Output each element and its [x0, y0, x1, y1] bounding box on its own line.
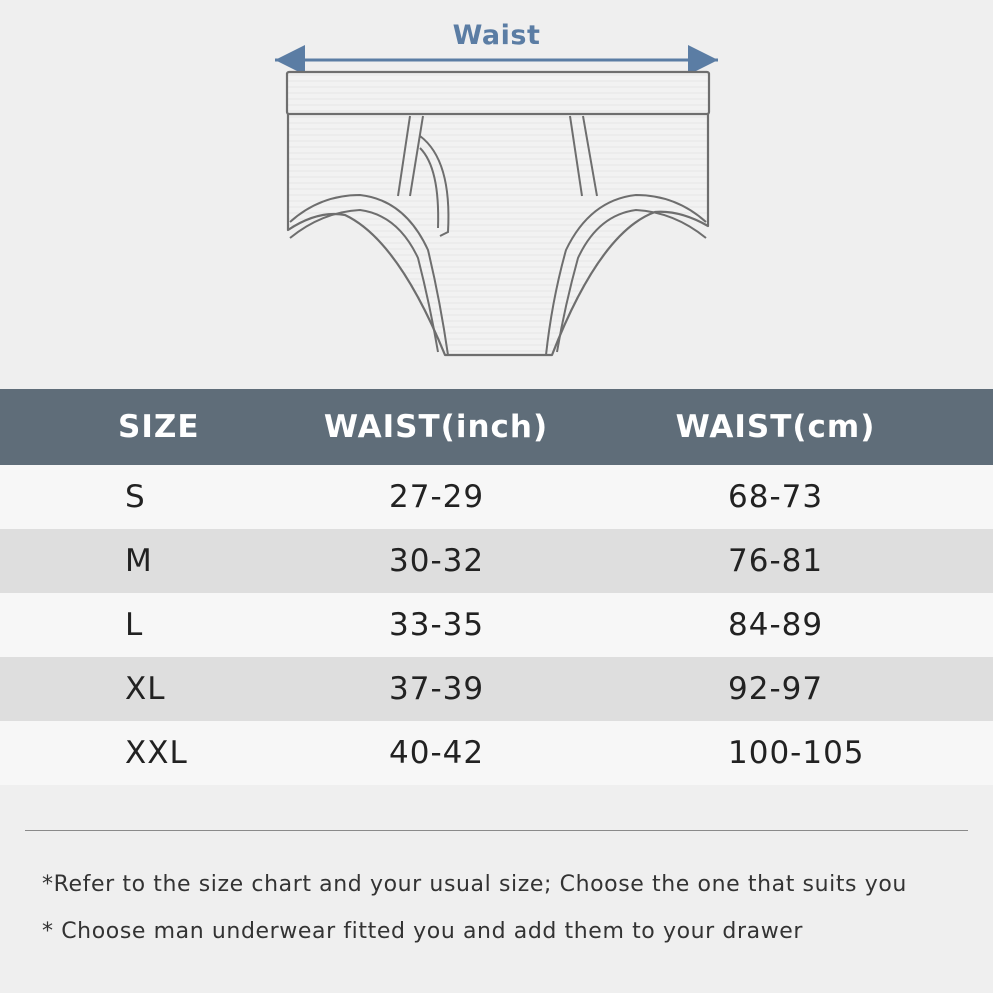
waist-cm-cell: 92-97: [728, 671, 824, 707]
size-cell: M: [125, 543, 153, 579]
table-row: XL 37-39 92-97: [0, 657, 993, 721]
table-row: M 30-32 76-81: [0, 529, 993, 593]
waist-cm-cell: 100-105: [728, 735, 865, 771]
size-chart-table: SIZE WAIST(inch) WAIST(cm) S 27-29 68-73…: [0, 389, 993, 785]
header-waist-cm: WAIST(cm): [675, 409, 876, 445]
waist-inch-cell: 27-29: [389, 479, 485, 515]
table-row: XXL 40-42 100-105: [0, 721, 993, 785]
header-size: SIZE: [118, 409, 200, 445]
size-cell: XXL: [125, 735, 188, 771]
table-row: L 33-35 84-89: [0, 593, 993, 657]
waist-label: Waist: [452, 20, 541, 51]
waistband: [285, 70, 711, 116]
waist-cm-cell: 68-73: [728, 479, 824, 515]
note-fit-advice: * Choose man underwear fitted you and ad…: [42, 919, 804, 944]
waist-cm-cell: 84-89: [728, 607, 824, 643]
briefs-illustration: [0, 0, 993, 380]
waist-inch-cell: 40-42: [389, 735, 485, 771]
waist-cm-cell: 76-81: [728, 543, 824, 579]
waist-inch-cell: 33-35: [389, 607, 485, 643]
divider: [25, 830, 968, 831]
table-header-row: SIZE WAIST(inch) WAIST(cm): [0, 389, 993, 465]
size-cell: L: [125, 607, 144, 643]
waist-inch-cell: 37-39: [389, 671, 485, 707]
waist-inch-cell: 30-32: [389, 543, 485, 579]
note-size-advice: *Refer to the size chart and your usual …: [42, 872, 907, 897]
header-waist-inch: WAIST(inch): [323, 409, 549, 445]
size-cell: S: [125, 479, 146, 515]
briefs-body: [286, 110, 710, 357]
briefs-icon: [275, 45, 718, 357]
table-row: S 27-29 68-73: [0, 465, 993, 529]
size-cell: XL: [125, 671, 166, 707]
